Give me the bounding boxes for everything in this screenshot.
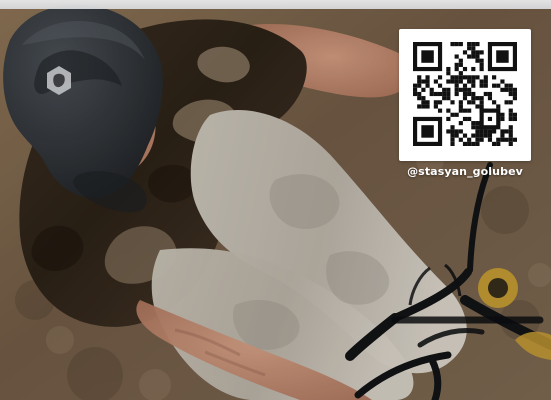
- photo-scene: @stasyan_golubev: [0, 0, 551, 400]
- qr-code-card[interactable]: [399, 29, 531, 161]
- social-handle-label[interactable]: @stasyan_golubev: [391, 165, 539, 178]
- top-highlight-strip: [0, 0, 551, 9]
- qr-code-icon: [413, 42, 517, 146]
